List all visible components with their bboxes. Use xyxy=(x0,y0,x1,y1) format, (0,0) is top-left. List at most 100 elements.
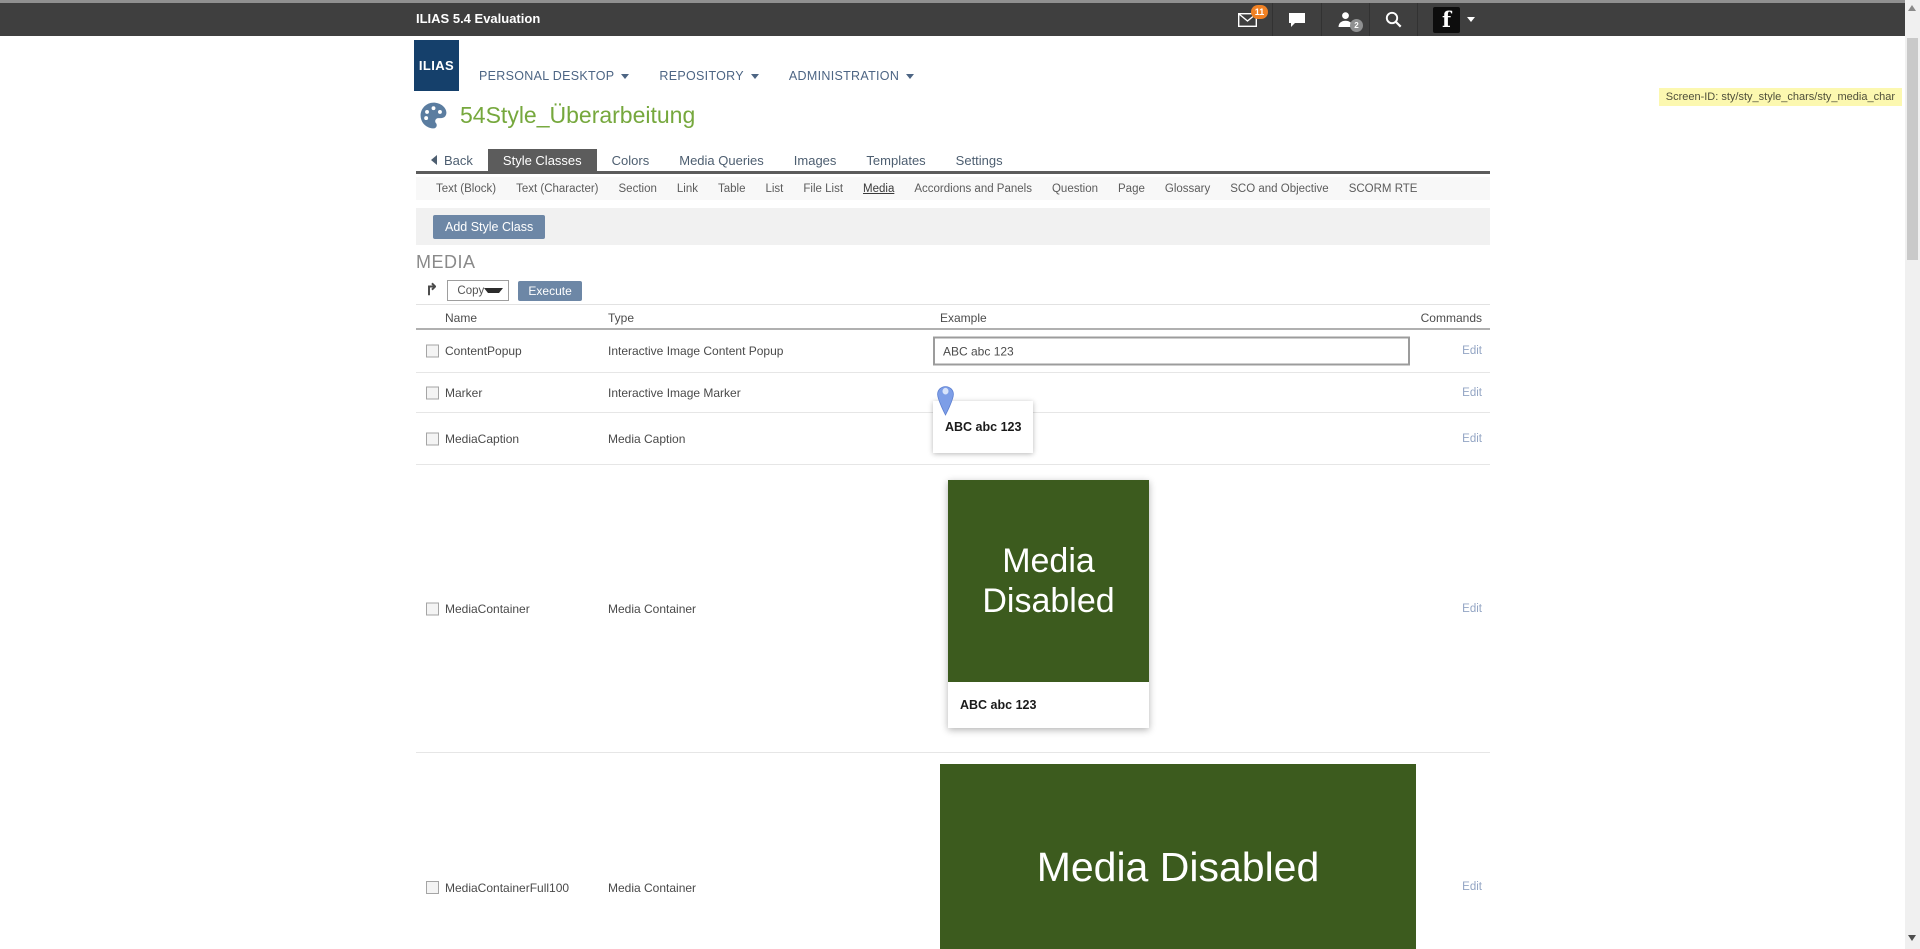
edit-link[interactable]: Edit xyxy=(1462,387,1482,399)
style-class-type: Interactive Image Marker xyxy=(608,386,741,400)
subtab-bar: Text (Block) Text (Character) Section Li… xyxy=(416,177,1490,200)
caret-down-icon xyxy=(906,74,914,79)
subtab-table[interactable]: Table xyxy=(708,183,756,195)
tab-bar: Back Style Classes Colors Media Queries … xyxy=(416,149,1490,174)
column-commands: Commands xyxy=(1421,311,1482,325)
topbar-icons: 11 2 f xyxy=(1223,3,1490,36)
subtab-section[interactable]: Section xyxy=(609,183,667,195)
tab-back-label: Back xyxy=(444,153,473,168)
style-class-type: Media Caption xyxy=(608,432,685,446)
subtab-text-character[interactable]: Text (Character) xyxy=(506,183,608,195)
subtab-link[interactable]: Link xyxy=(667,183,708,195)
topbar: ILIAS 5.4 Evaluation 11 2 f xyxy=(0,3,1905,36)
subtab-accordions-panels[interactable]: Accordions and Panels xyxy=(904,183,1042,195)
app-title: ILIAS 5.4 Evaluation xyxy=(416,11,540,26)
tab-style-classes[interactable]: Style Classes xyxy=(488,149,597,171)
tab-templates[interactable]: Templates xyxy=(851,149,940,171)
add-style-class-button[interactable]: Add Style Class xyxy=(433,215,545,239)
scroll-down-icon[interactable] xyxy=(1908,935,1916,941)
subtab-text-block[interactable]: Text (Block) xyxy=(426,183,506,195)
column-type: Type xyxy=(608,311,634,325)
search-button[interactable] xyxy=(1369,3,1417,36)
style-class-name: Marker xyxy=(445,386,482,400)
nav-repository[interactable]: REPOSITORY xyxy=(659,69,759,83)
table-header: Name Type Example Commands xyxy=(416,304,1490,330)
mail-count-badge: 11 xyxy=(1251,5,1268,19)
tab-back[interactable]: Back xyxy=(416,149,488,171)
column-example: Example xyxy=(940,311,987,325)
avatar: f xyxy=(1433,7,1460,33)
who-is-online-button[interactable]: 2 xyxy=(1321,3,1369,36)
caret-down-icon xyxy=(1467,17,1475,22)
tab-colors[interactable]: Colors xyxy=(597,149,665,171)
chat-bubble-icon xyxy=(1288,12,1306,28)
example-media-container: Media Disabled ABC abc 123 xyxy=(948,480,1149,728)
main-navigation: PERSONAL DESKTOP REPOSITORY ADMINISTRATI… xyxy=(479,69,914,83)
tab-images[interactable]: Images xyxy=(779,149,852,171)
row-checkbox[interactable] xyxy=(426,432,439,445)
screen-id-badge: Screen-ID: sty/sty_style_chars/sty_media… xyxy=(1659,88,1902,106)
tab-media-queries[interactable]: Media Queries xyxy=(664,149,779,171)
nav-label: REPOSITORY xyxy=(659,69,744,83)
subtab-sco-objective[interactable]: SCO and Objective xyxy=(1220,183,1338,195)
style-class-name: MediaCaption xyxy=(445,432,519,446)
style-class-name: ContentPopup xyxy=(445,344,522,358)
media-disabled-placeholder: Media Disabled xyxy=(948,480,1149,682)
subtab-file-list[interactable]: File List xyxy=(793,183,853,195)
search-icon xyxy=(1385,11,1402,28)
style-classes-table: ↱ Copy Execute Name Type Example Command… xyxy=(416,277,1490,949)
subtab-media[interactable]: Media xyxy=(853,183,904,195)
table-row: MediaContainer Media Container Media Dis… xyxy=(416,465,1490,753)
page-scrollbar[interactable] xyxy=(1905,0,1920,949)
palette-icon xyxy=(418,100,449,131)
page-title-row: 54Style_Überarbeitung xyxy=(418,100,695,131)
toolbar: Add Style Class xyxy=(416,208,1490,245)
row-checkbox[interactable] xyxy=(426,602,439,615)
online-count-badge: 2 xyxy=(1350,19,1363,32)
style-class-type: Media Container xyxy=(608,881,696,895)
nav-label: ADMINISTRATION xyxy=(789,69,899,83)
edit-link[interactable]: Edit xyxy=(1462,433,1482,445)
style-class-type: Media Container xyxy=(608,602,696,616)
chat-button[interactable] xyxy=(1272,3,1321,36)
user-menu-button[interactable]: f xyxy=(1417,3,1490,36)
nav-personal-desktop[interactable]: PERSONAL DESKTOP xyxy=(479,69,629,83)
subtab-glossary[interactable]: Glossary xyxy=(1155,183,1220,195)
page-title: 54Style_Überarbeitung xyxy=(460,102,695,129)
subtab-question[interactable]: Question xyxy=(1042,183,1108,195)
ilias-page: ILIAS 5.4 Evaluation 11 2 f xyxy=(0,0,1920,949)
edit-link[interactable]: Edit xyxy=(1462,603,1482,615)
row-checkbox[interactable] xyxy=(426,386,439,399)
row-checkbox[interactable] xyxy=(426,881,439,894)
section-heading: MEDIA xyxy=(416,252,476,273)
edit-link[interactable]: Edit xyxy=(1462,881,1482,893)
row-checkbox[interactable] xyxy=(426,345,439,358)
subtab-scorm-rte[interactable]: SCORM RTE xyxy=(1339,183,1428,195)
table-row: MediaCaption Media Caption ABC abc 123 E… xyxy=(416,413,1490,465)
caret-down-icon xyxy=(621,74,629,79)
style-class-name: MediaContainer xyxy=(445,602,530,616)
map-pin-icon xyxy=(937,386,954,416)
table-row: ContentPopup Interactive Image Content P… xyxy=(416,330,1490,373)
chevron-left-icon xyxy=(431,155,437,165)
scrollbar-thumb[interactable] xyxy=(1907,38,1918,260)
execute-button[interactable]: Execute xyxy=(518,281,581,301)
bulk-action-select[interactable]: Copy xyxy=(447,280,509,301)
subtab-page[interactable]: Page xyxy=(1108,183,1155,195)
example-media-container-full: Media Disabled xyxy=(940,764,1416,949)
ilias-logo[interactable]: ILIAS xyxy=(414,40,459,91)
tab-settings[interactable]: Settings xyxy=(941,149,1018,171)
edit-link[interactable]: Edit xyxy=(1462,345,1482,357)
media-caption-text: ABC abc 123 xyxy=(948,682,1149,728)
caret-down-icon xyxy=(751,74,759,79)
arrow-up-right-icon: ↱ xyxy=(425,283,438,299)
mail-button[interactable]: 11 xyxy=(1223,3,1272,36)
nav-administration[interactable]: ADMINISTRATION xyxy=(789,69,914,83)
style-class-name: MediaContainerFull100 xyxy=(445,881,569,895)
scroll-up-icon[interactable] xyxy=(1908,5,1916,11)
nav-label: PERSONAL DESKTOP xyxy=(479,69,614,83)
subtab-list[interactable]: List xyxy=(755,183,793,195)
example-content-popup-input[interactable] xyxy=(933,337,1410,366)
table-row: MediaContainerFull100 Media Container Me… xyxy=(416,753,1490,949)
bulk-action-row: ↱ Copy Execute xyxy=(416,277,1490,304)
